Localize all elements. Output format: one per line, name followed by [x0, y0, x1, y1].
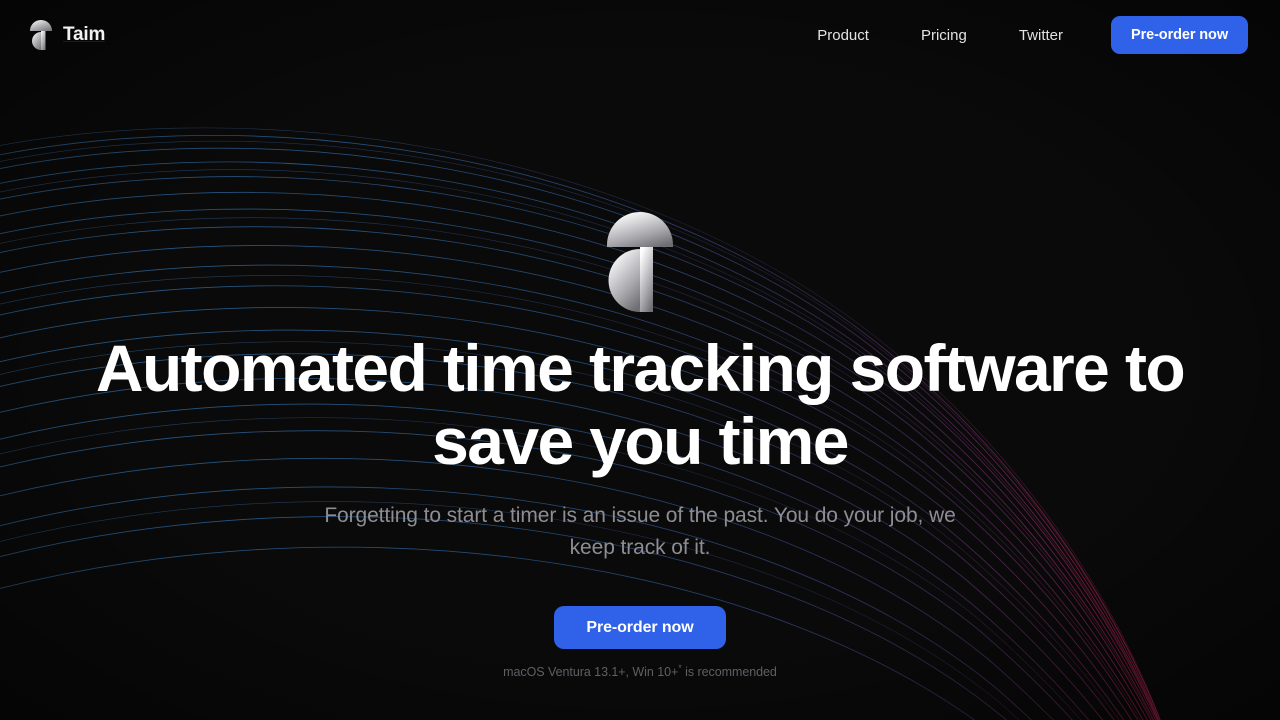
- hero-subheadline: Forgetting to start a timer is an issue …: [324, 504, 956, 559]
- nav-link-pricing[interactable]: Pricing: [895, 19, 993, 52]
- fineprint-text-before: macOS Ventura 13.1+, Win 10+: [503, 665, 679, 680]
- fineprint-text-after: is recommended: [681, 665, 777, 680]
- header-preorder-button[interactable]: Pre-order now: [1111, 16, 1248, 54]
- hero-section: Automated time tracking software to save…: [0, 0, 1280, 720]
- taim-mushroom-logo-icon: [30, 20, 52, 50]
- hero-preorder-button[interactable]: Pre-order now: [554, 606, 726, 649]
- nav-link-twitter[interactable]: Twitter: [993, 19, 1089, 52]
- primary-navigation: Product Pricing Twitter Pre-order now: [797, 16, 1248, 54]
- taim-mushroom-logo-large-icon: [607, 212, 673, 312]
- brand-name: Taim: [63, 24, 106, 45]
- brand-logo-link[interactable]: Taim: [30, 20, 105, 50]
- system-requirements-note: macOS Ventura 13.1+, Win 10+* is recomme…: [503, 663, 777, 679]
- page-title: Automated time tracking software to save…: [95, 331, 1186, 478]
- landing-page: Taim Product Pricing Twitter Pre-order n…: [0, 0, 1280, 720]
- site-header: Taim Product Pricing Twitter Pre-order n…: [0, 0, 1280, 70]
- nav-link-product[interactable]: Product: [797, 19, 895, 52]
